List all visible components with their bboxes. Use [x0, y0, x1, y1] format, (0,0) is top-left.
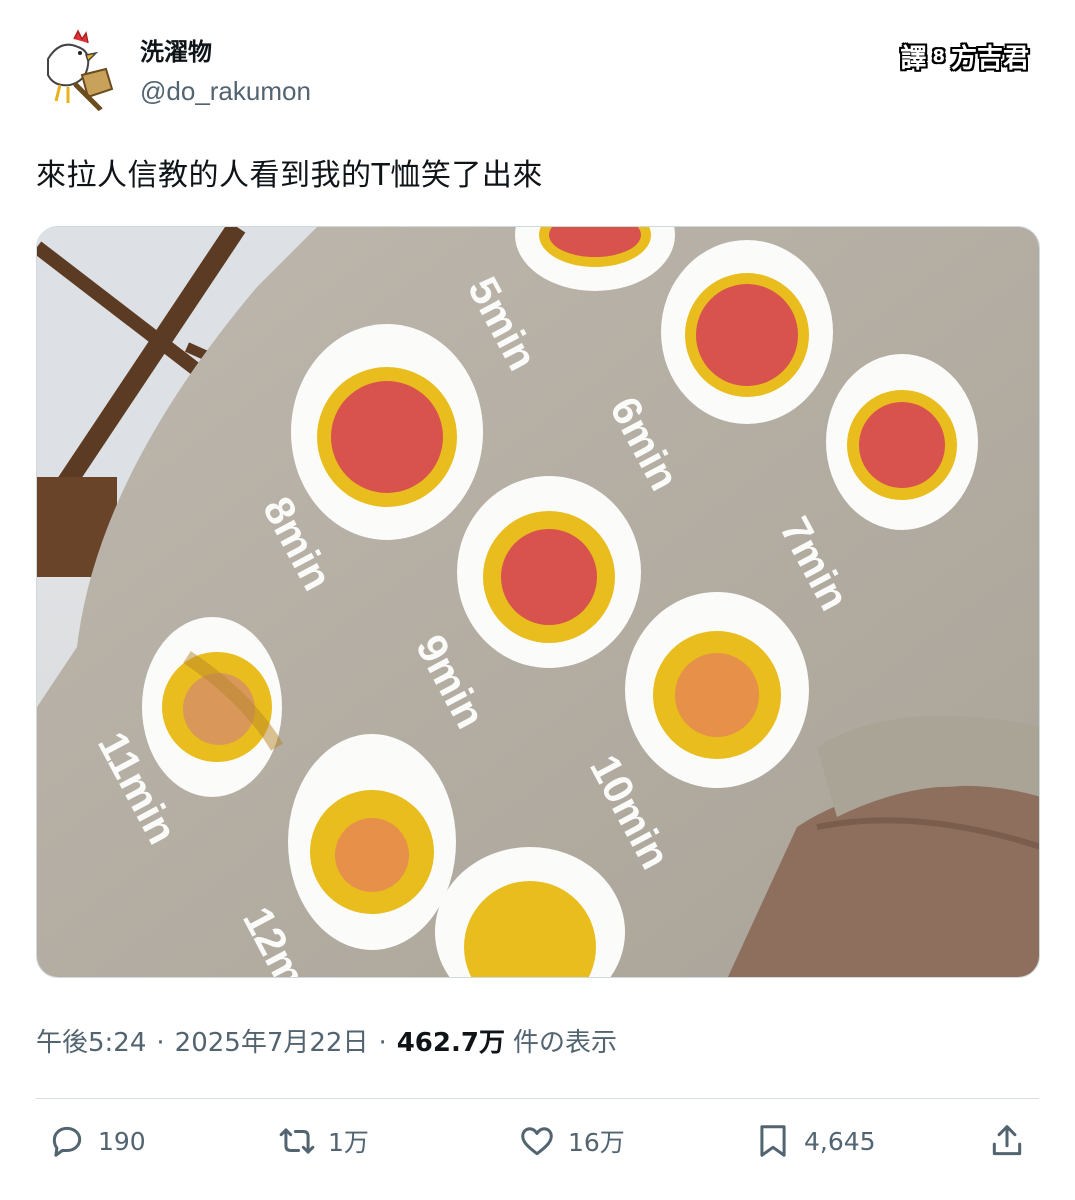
divider — [36, 1098, 1039, 1099]
share-button[interactable] — [988, 1122, 1026, 1160]
like-count: 16万 — [568, 1128, 625, 1157]
egg-9min — [457, 476, 641, 668]
egg-7min — [826, 354, 978, 530]
tweet-photo[interactable]: 5min 6min 7min 8min 9min 10min 11min 12m… — [36, 226, 1040, 978]
translator-name: 方吉君 — [950, 44, 1029, 74]
egg-shirt-photo: 5min 6min 7min 8min 9min 10min 11min 12m… — [37, 227, 1039, 977]
like-button[interactable]: 16万 — [518, 1122, 625, 1160]
action-bar: 190 1万 16万 4,645 — [36, 1122, 1040, 1178]
share-icon — [992, 1125, 1022, 1156]
author-display-name[interactable]: 洗濯物 — [140, 32, 212, 67]
author-avatar[interactable] — [30, 25, 122, 117]
retweet-count: 1万 — [328, 1128, 369, 1157]
retweet-icon — [279, 1128, 315, 1154]
egg-12min — [288, 734, 456, 950]
reply-icon — [52, 1126, 82, 1157]
meta-separator: · — [378, 1028, 387, 1058]
tweet-meta: 午後5:24 · 2025年7月22日 · 462.7万 件の表示 — [36, 1022, 617, 1059]
views-count: 462.7万 — [396, 1028, 505, 1058]
bookmark-button[interactable]: 4,645 — [754, 1122, 876, 1160]
reply-count: 190 — [98, 1126, 146, 1156]
tweet-date[interactable]: 2025年7月22日 — [175, 1022, 369, 1059]
egg-11min — [142, 617, 284, 797]
bookmark-icon — [760, 1125, 786, 1157]
translator-badge: 譯 8 方吉君 — [898, 38, 1031, 75]
tweet-time[interactable]: 午後5:24 — [36, 1022, 146, 1059]
chicken-avatar-icon — [30, 25, 122, 117]
egg-6min — [661, 240, 833, 424]
tweet-text: 來拉人信教的人看到我的T恤笑了出來 — [36, 158, 543, 193]
reply-button[interactable]: 190 — [48, 1122, 146, 1160]
author-handle[interactable]: @do_rakumon — [140, 76, 311, 107]
bookmark-count: 4,645 — [804, 1126, 876, 1156]
meta-separator: · — [156, 1028, 165, 1058]
translator-label: 譯 — [900, 44, 927, 74]
translator-separator: 8 — [932, 46, 945, 67]
views-label: 件の表示 — [512, 1028, 617, 1058]
egg-10min — [625, 592, 809, 788]
heart-icon — [521, 1127, 553, 1156]
egg-8min — [291, 324, 483, 540]
retweet-button[interactable]: 1万 — [278, 1122, 369, 1160]
